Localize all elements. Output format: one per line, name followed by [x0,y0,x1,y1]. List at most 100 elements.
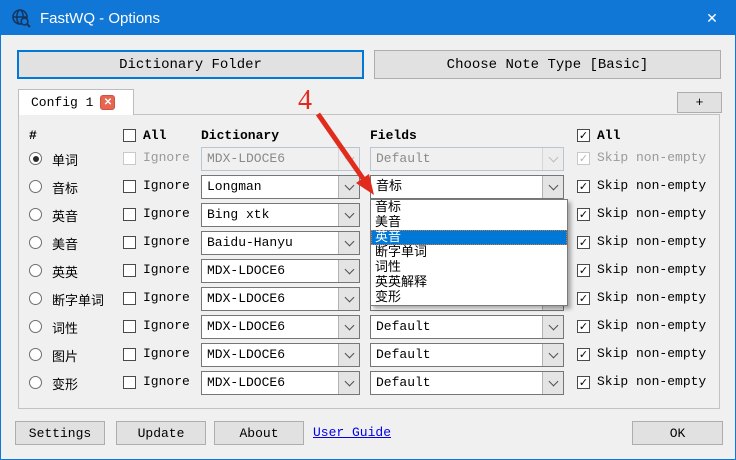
chevron-down-icon [338,204,359,226]
skip-checkbox[interactable] [577,180,590,193]
row-label: 断字单词 [52,290,104,309]
ignore-label: Ignore [143,234,190,249]
skip-checkbox[interactable] [577,348,590,361]
skip-label: Skip non-empty [597,206,706,221]
about-button[interactable]: About [214,421,304,445]
window-title: FastWQ - Options [40,10,160,27]
skip-checkbox[interactable] [577,292,590,305]
skip-all-checkbox[interactable] [577,129,590,142]
col-header-fields: Fields [370,128,417,143]
chevron-down-icon [338,372,359,394]
dropdown-item[interactable]: 变形 [371,290,567,305]
dropdown-item[interactable]: 美音 [371,215,567,230]
user-guide-link[interactable]: User Guide [313,425,391,440]
skip-label: Skip non-empty [597,346,706,361]
tab-config-1[interactable]: Config 1 ✕ [18,89,134,115]
skip-checkbox[interactable] [577,236,590,249]
fields-select[interactable]: Default [370,315,564,339]
fields-select-open[interactable]: 音标 [370,175,564,199]
table-row: 英音 Ignore Bing xtk Skip non-empty [19,203,719,227]
col-header-dictionary: Dictionary [201,128,279,143]
ignore-label: Ignore [143,374,190,389]
radio-row-5[interactable] [29,264,42,277]
dictionary-select: MDX-LDOCE6 [201,147,360,171]
chevron-down-icon [542,316,563,338]
row-label: 英音 [52,206,78,225]
add-config-button[interactable]: + [677,92,722,113]
radio-row-9[interactable] [29,376,42,389]
ignore-checkbox[interactable] [123,376,136,389]
ignore-checkbox[interactable] [123,180,136,193]
col-header-num: # [29,128,37,143]
radio-row-3[interactable] [29,208,42,221]
skip-checkbox[interactable] [577,376,590,389]
row-label: 单词 [52,150,78,169]
ignore-checkbox[interactable] [123,236,136,249]
ignore-checkbox[interactable] [123,264,136,277]
table-row: 美音 Ignore Baidu-Hanyu Skip non-empty [19,231,719,255]
table-row: 英英 Ignore MDX-LDOCE6 Skip non-empty [19,259,719,283]
row-label: 音标 [52,178,78,197]
close-icon[interactable]: ✕ [689,1,735,35]
dictionary-select[interactable]: MDX-LDOCE6 [201,315,360,339]
dictionary-select[interactable]: MDX-LDOCE6 [201,259,360,283]
ignore-label: Ignore [143,178,190,193]
table-row: 单词 Ignore MDX-LDOCE6 Default Skip non-em… [19,147,719,171]
dictionary-select[interactable]: MDX-LDOCE6 [201,343,360,367]
radio-row-4[interactable] [29,236,42,249]
radio-row-7[interactable] [29,320,42,333]
chevron-down-icon [542,344,563,366]
settings-button[interactable]: Settings [15,421,105,445]
chevron-down-icon [338,176,359,198]
radio-row-8[interactable] [29,348,42,361]
dropdown-item[interactable]: 音标 [371,200,567,215]
dictionary-select[interactable]: MDX-LDOCE6 [201,371,360,395]
skip-label: Skip non-empty [597,178,706,193]
radio-row-6[interactable] [29,292,42,305]
ignore-checkbox[interactable] [123,292,136,305]
dictionary-select[interactable]: Baidu-Hanyu [201,231,360,255]
dropdown-item[interactable]: 词性 [371,260,567,275]
dictionary-folder-button[interactable]: Dictionary Folder [17,50,364,79]
app-globe-search-icon [11,8,31,28]
chevron-down-icon [542,148,563,170]
fields-select[interactable]: Default [370,343,564,367]
table-row: 变形 Ignore MDX-LDOCE6 Default Skip non-em… [19,371,719,395]
row-label: 英英 [52,262,78,281]
choose-note-type-button[interactable]: Choose Note Type [Basic] [374,50,721,79]
table-row: 断字单词 Ignore MDX-LDOCE6 Default Skip non-… [19,287,719,311]
chevron-down-icon [338,288,359,310]
update-button[interactable]: Update [116,421,206,445]
ignore-checkbox[interactable] [123,208,136,221]
chevron-down-icon [338,148,359,170]
col-header-all-right: All [597,128,620,143]
table-row: 词性 Ignore MDX-LDOCE6 Default Skip non-em… [19,315,719,339]
ignore-all-checkbox[interactable] [123,129,136,142]
radio-row-1[interactable] [29,152,42,165]
ignore-checkbox [123,152,136,165]
ignore-label: Ignore [143,262,190,277]
dropdown-item[interactable]: 断字单词 [371,245,567,260]
skip-checkbox[interactable] [577,208,590,221]
skip-checkbox[interactable] [577,320,590,333]
dropdown-item[interactable]: 英英解释 [371,275,567,290]
title-bar[interactable]: FastWQ - Options ✕ [1,1,735,35]
dictionary-select[interactable]: MDX-LDOCE6 [201,287,360,311]
dropdown-item-selected[interactable]: 英音 [371,230,567,245]
fields-select[interactable]: Default [370,371,564,395]
options-window: FastWQ - Options ✕ Dictionary Folder Cho… [0,0,736,460]
table-row: 图片 Ignore MDX-LDOCE6 Default Skip non-em… [19,343,719,367]
ok-button[interactable]: OK [632,421,723,445]
radio-row-2[interactable] [29,180,42,193]
ignore-checkbox[interactable] [123,320,136,333]
dictionary-select[interactable]: Bing xtk [201,203,360,227]
tab-close-icon[interactable]: ✕ [100,95,115,110]
ignore-checkbox[interactable] [123,348,136,361]
skip-checkbox[interactable] [577,264,590,277]
tab-label: Config 1 [31,95,93,110]
dictionary-select[interactable]: Longman [201,175,360,199]
row-label: 图片 [52,346,78,365]
skip-label: Skip non-empty [597,262,706,277]
skip-label: Skip non-empty [597,234,706,249]
skip-label: Skip non-empty [597,150,706,165]
